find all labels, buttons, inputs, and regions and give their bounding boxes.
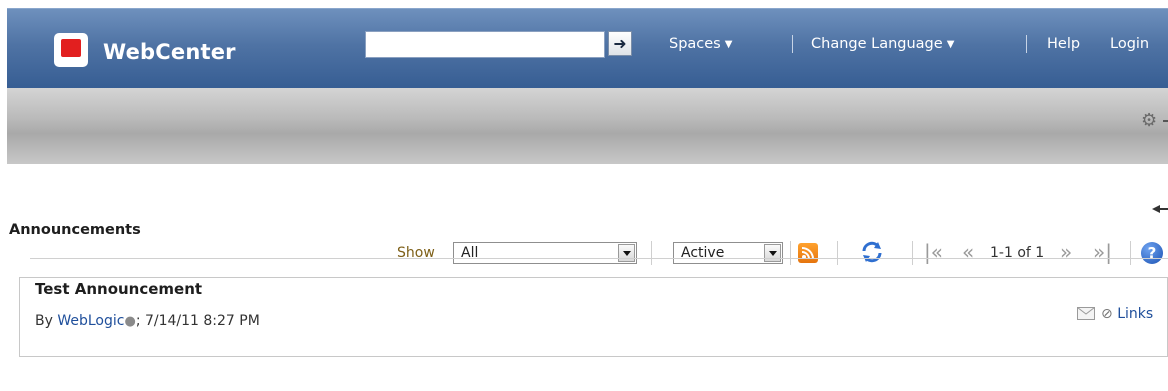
- next-page-icon[interactable]: »: [1060, 240, 1072, 264]
- show-filter-select[interactable]: All: [453, 242, 637, 264]
- links-icon: ⊘: [1101, 306, 1113, 322]
- toolbar-separator: [790, 241, 791, 265]
- links-label: Links: [1117, 306, 1154, 322]
- chevron-down-icon: [764, 244, 781, 262]
- links-button[interactable]: ⊘ Links: [1101, 306, 1153, 322]
- toolbar-separator: [912, 241, 913, 265]
- announcement-title[interactable]: Test Announcement: [35, 280, 202, 298]
- toolbar-separator: [1130, 241, 1131, 265]
- mail-icon[interactable]: [1077, 307, 1095, 320]
- status-filter-select[interactable]: Active: [673, 242, 783, 264]
- chevron-down-icon: [618, 244, 635, 262]
- rss-icon[interactable]: [798, 243, 818, 263]
- presence-icon: ●: [124, 314, 136, 329]
- refresh-icon[interactable]: [860, 240, 884, 264]
- first-page-icon[interactable]: |«: [924, 240, 943, 264]
- row-divider: [30, 258, 1168, 259]
- help-icon[interactable]: ?: [1141, 242, 1163, 264]
- toolbar-separator: [651, 241, 652, 265]
- toolbar-separator: [837, 241, 838, 265]
- last-page-icon[interactable]: »|: [1093, 240, 1112, 264]
- by-label: By: [35, 313, 53, 329]
- announcement-meta: By WebLogic●; 7/14/11 8:27 PM: [35, 313, 260, 329]
- announcement-date: ; 7/14/11 8:27 PM: [135, 313, 260, 329]
- prev-page-icon[interactable]: «: [962, 240, 974, 264]
- author-link[interactable]: WebLogic: [57, 313, 124, 329]
